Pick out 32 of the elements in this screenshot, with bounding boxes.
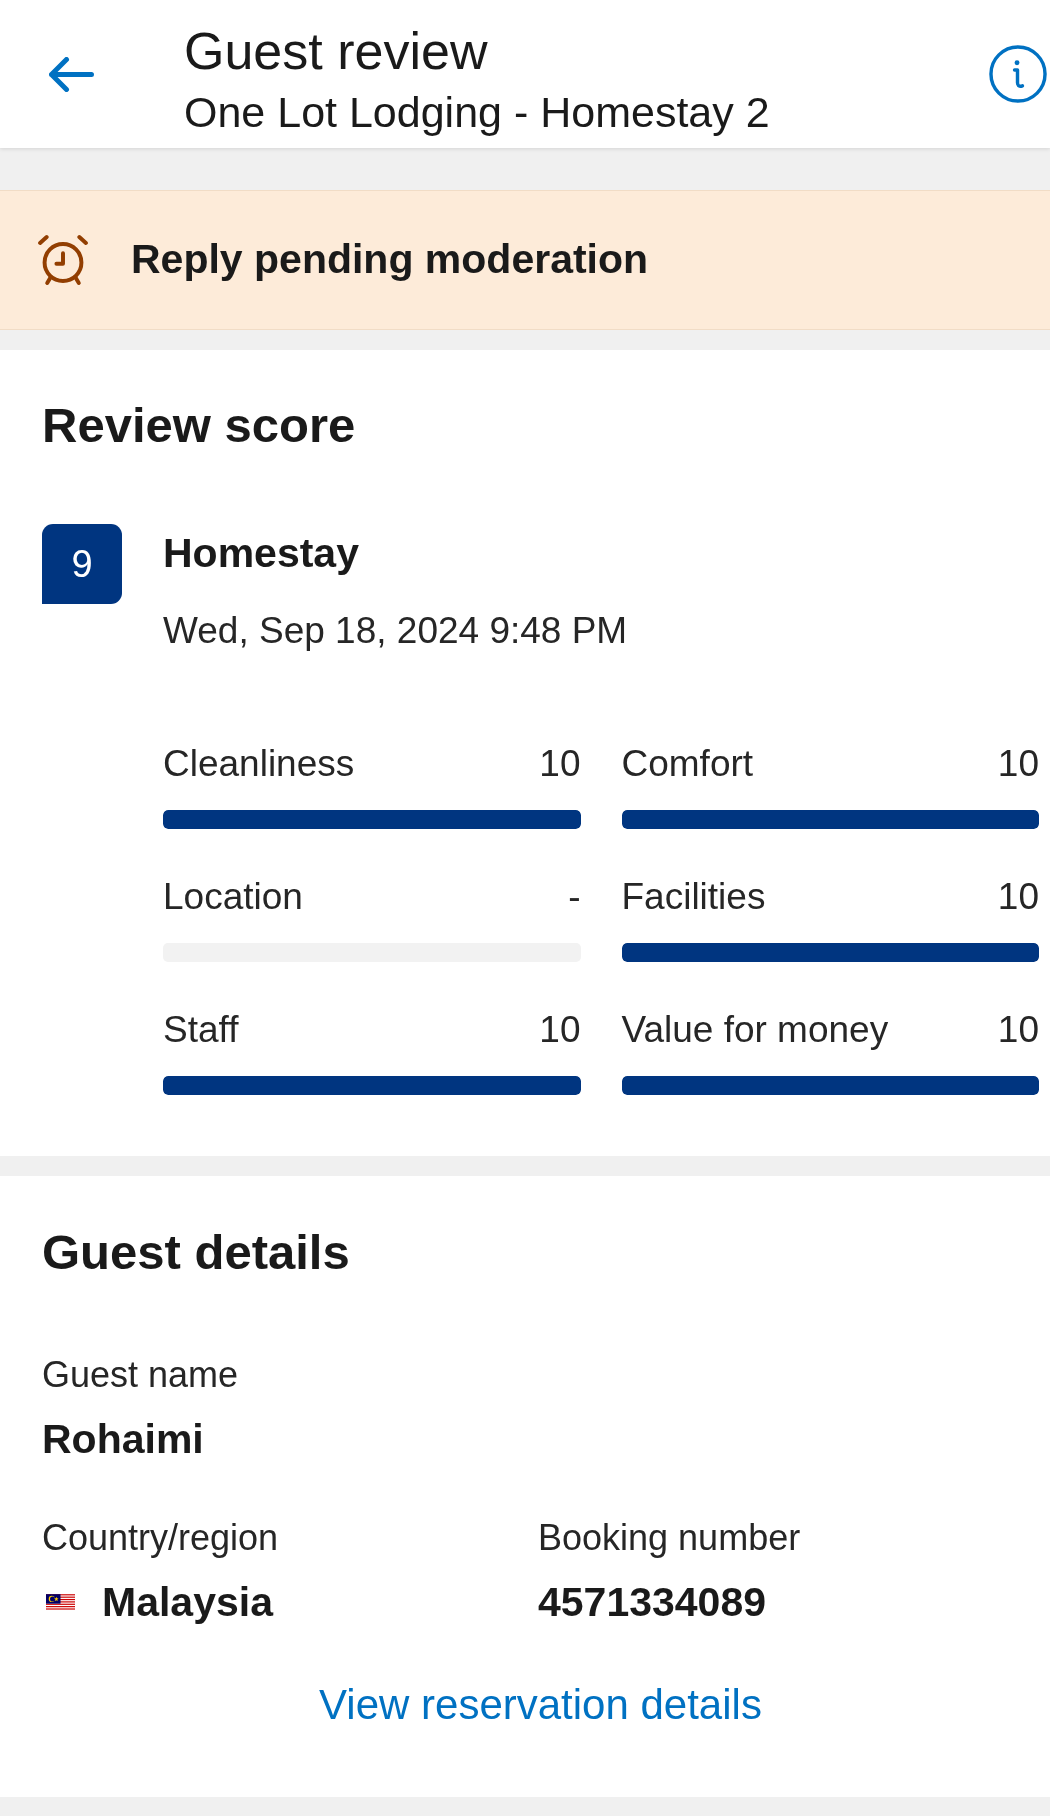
notice-text: Reply pending moderation bbox=[131, 235, 649, 285]
category-score: 10 bbox=[997, 742, 1039, 786]
field-label: Country/region bbox=[42, 1517, 280, 1559]
category-label: Facilities bbox=[621, 875, 766, 919]
view-reservation-link[interactable]: View reservation details bbox=[319, 1682, 762, 1728]
score-badge: 9 bbox=[42, 524, 122, 604]
category-score: 10 bbox=[539, 1008, 581, 1052]
flag-icon bbox=[46, 1593, 75, 1611]
category-score: - bbox=[568, 875, 581, 919]
category-label: Comfort bbox=[621, 742, 754, 786]
field-value: Rohaimi bbox=[42, 1416, 205, 1462]
section-heading: Guest details bbox=[42, 1225, 351, 1280]
category-label: Cleanliness bbox=[163, 742, 355, 786]
page-subtitle: One Lot Lodging - Homestay 2 bbox=[184, 87, 770, 137]
review-date: Wed, Sep 18, 2024 9:48 PM bbox=[163, 609, 628, 653]
category-label: Staff bbox=[163, 1008, 239, 1052]
info-button[interactable] bbox=[988, 44, 1048, 104]
back-arrow-icon bbox=[48, 56, 94, 92]
page-title: Guest review bbox=[184, 21, 489, 81]
category-score: 10 bbox=[997, 875, 1039, 919]
category-score: 10 bbox=[539, 742, 581, 786]
category-label: Location bbox=[163, 875, 303, 919]
field-value: Malaysia bbox=[102, 1579, 273, 1625]
alarm-clock-icon bbox=[38, 234, 88, 286]
category-label: Value for money bbox=[621, 1008, 889, 1052]
field-label: Guest name bbox=[42, 1354, 240, 1396]
field-label: Booking number bbox=[538, 1517, 802, 1559]
category-score: 10 bbox=[997, 1008, 1039, 1052]
info-icon bbox=[989, 45, 1047, 103]
property-type: Homestay bbox=[163, 529, 360, 577]
field-value: 4571334089 bbox=[538, 1579, 768, 1625]
section-heading: Review score bbox=[42, 398, 357, 453]
